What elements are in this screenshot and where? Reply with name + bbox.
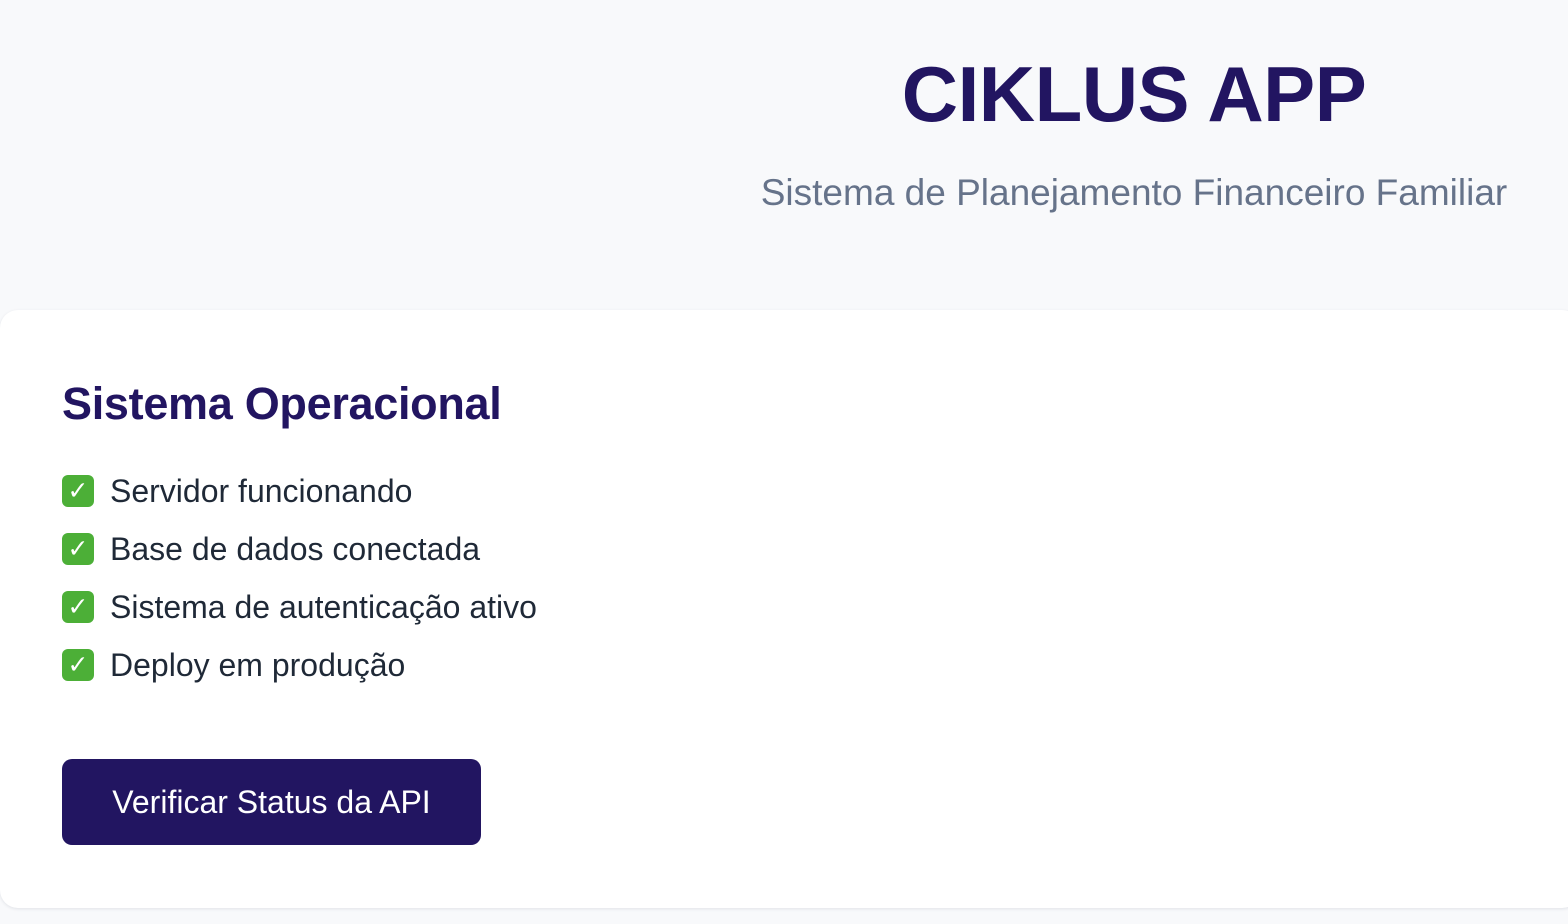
checklist-item-database: ✓ Base de dados conectada [62,520,537,578]
check-mark-icon: ✓ [62,591,94,623]
app-header: CIKLUS APP Sistema de Planejamento Finan… [0,0,1568,300]
system-status-card: Sistema Operacional ✓ Servidor funcionan… [0,310,1568,908]
check-api-status-button[interactable]: Verificar Status da API [62,759,481,845]
checklist-item-label: Servidor funcionando [110,473,413,509]
system-checklist: ✓ Servidor funcionando ✓ Base de dados c… [62,462,537,694]
checklist-item-label: Deploy em produção [110,647,406,683]
card-title: Sistema Operacional [62,378,502,429]
check-mark-icon: ✓ [62,649,94,681]
checklist-item-server: ✓ Servidor funcionando [62,462,537,520]
check-mark-icon: ✓ [62,475,94,507]
app-title: CIKLUS APP [901,50,1367,138]
checklist-item-deploy: ✓ Deploy em produção [62,636,537,694]
check-mark-icon: ✓ [62,533,94,565]
app-subtitle: Sistema de Planejamento Financeiro Famil… [760,172,1508,213]
checklist-item-label: Sistema de autenticação ativo [110,589,537,625]
checklist-item-label: Base de dados conectada [110,531,481,567]
checklist-item-authentication: ✓ Sistema de autenticação ativo [62,578,537,636]
